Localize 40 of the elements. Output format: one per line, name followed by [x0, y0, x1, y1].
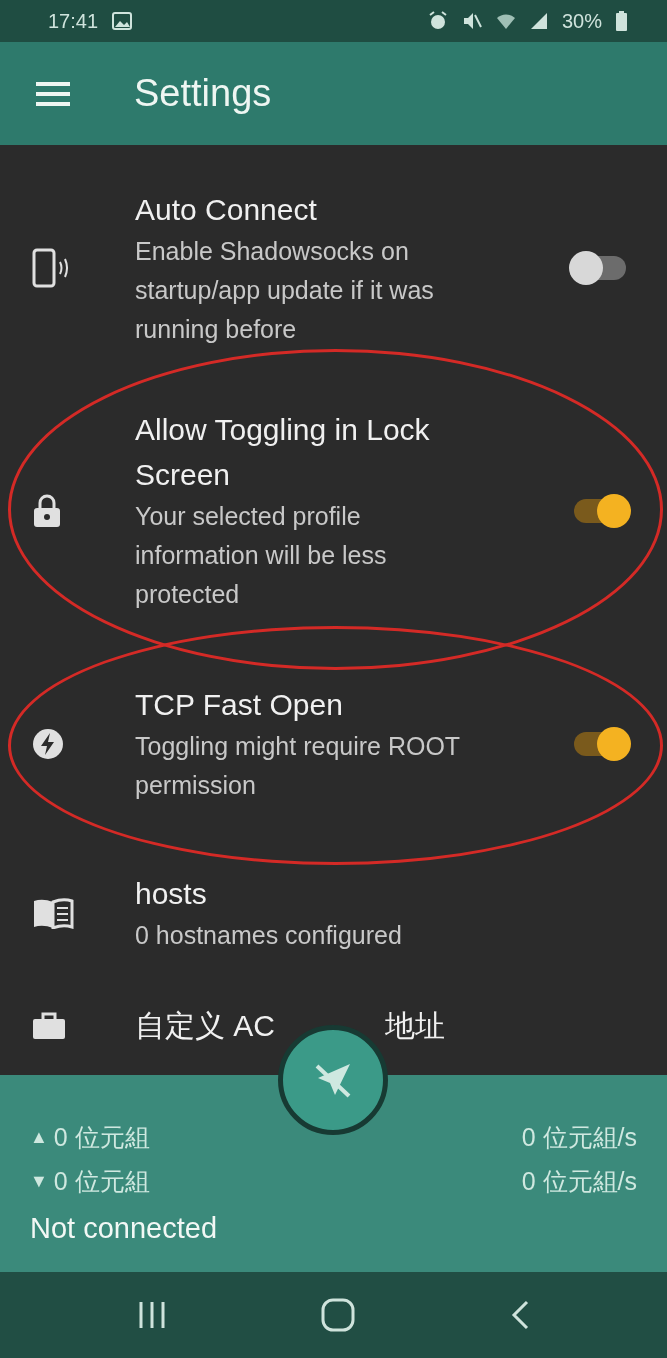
setting-summary: 0 hostnames configured [135, 920, 403, 951]
setting-title: Auto Connect [135, 192, 318, 228]
battery-icon [616, 11, 627, 31]
home-button[interactable] [321, 1298, 356, 1332]
data-total: 0 位元組 [53, 1166, 150, 1197]
screen-title: Settings [134, 72, 272, 115]
data-rate: 0 位元組/s [521, 1166, 637, 1197]
setting-title: 地址 [385, 1008, 445, 1044]
setting-title: TCP Fast Open [135, 687, 344, 723]
mute-icon [461, 11, 482, 31]
clock: 17:41 [48, 9, 99, 33]
menu-button[interactable] [36, 80, 70, 107]
alarm-icon [427, 11, 448, 31]
menu-icon [36, 80, 70, 107]
image-icon [112, 12, 133, 30]
lightning-icon [32, 727, 64, 760]
briefcase-icon [32, 1010, 66, 1041]
arrow-marker: ▲ [30, 1126, 48, 1149]
data-rate: 0 位元組/s [521, 1122, 637, 1153]
setting-summary: Your selected profile information will be less protected [135, 501, 388, 610]
recent-apps-button[interactable] [137, 1300, 168, 1330]
arrow-marker: ▼ [30, 1170, 48, 1193]
back-button[interactable] [509, 1300, 530, 1330]
data-total: 0 位元組 [53, 1122, 150, 1153]
setting-summary: Enable Shadowsocks on startup/app update if it was running before [135, 236, 435, 345]
setting-title: Allow Toggling in Lock Screen [135, 412, 431, 493]
battery-level: 30% [561, 9, 602, 33]
lock-icon [32, 493, 62, 528]
setting-title: hosts [135, 876, 208, 912]
setting-summary: Toggling might require ROOT permission [135, 731, 461, 801]
connection-status: Not connected [30, 1211, 218, 1246]
wifi-icon [495, 12, 516, 30]
setting-title: 自定义 AC [135, 1008, 275, 1044]
signal-icon [529, 12, 548, 30]
plane-off-icon [314, 1061, 352, 1099]
book-icon [32, 897, 74, 929]
phone-vibrate-icon [32, 248, 68, 288]
back-icon [509, 1300, 530, 1330]
recents-icon [137, 1300, 168, 1330]
home-icon [321, 1298, 356, 1332]
